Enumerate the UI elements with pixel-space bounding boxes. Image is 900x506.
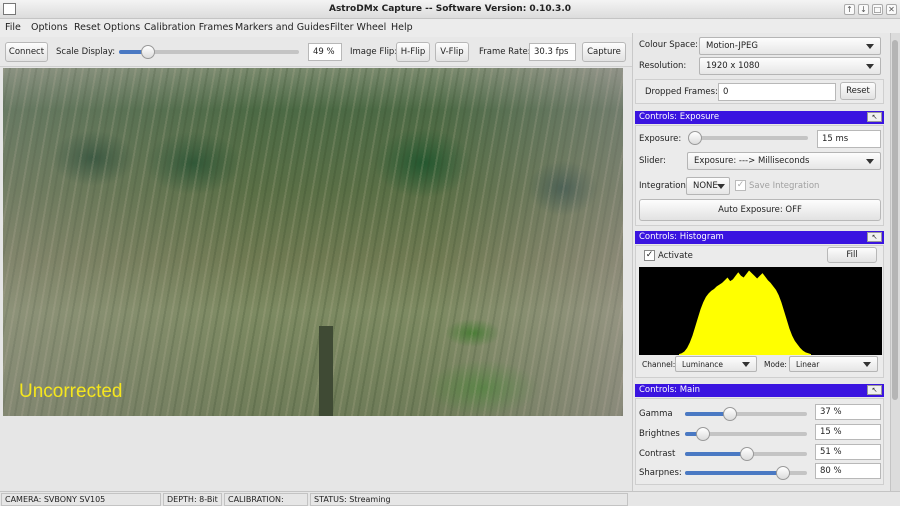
reset-dropped-frames-button[interactable]: Reset [840, 82, 876, 100]
scale-display-slider[interactable] [119, 45, 299, 59]
chevron-down-icon [863, 362, 871, 367]
image-haze [3, 68, 623, 416]
resolution-select[interactable]: 1920 x 1080 [699, 57, 881, 75]
sharpnes-slider-handle[interactable] [775, 466, 790, 480]
colour-space-select[interactable]: Motion-JPEG [699, 37, 881, 55]
integration-select[interactable]: NONE [686, 177, 730, 195]
title-bar: AstroDMx Capture -- Software Version: 0.… [0, 0, 900, 19]
histogram-plot [639, 267, 882, 355]
chevron-down-icon [866, 159, 874, 164]
sharpnes-slider-fill [685, 471, 783, 475]
menu-file[interactable]: File [5, 22, 21, 33]
integration-value: NONE [693, 181, 718, 191]
auto-exposure-button[interactable]: Auto Exposure: OFF [639, 199, 881, 221]
resolution-value: 1920 x 1080 [706, 61, 760, 71]
exposure-section-title: Controls: Exposure [639, 112, 720, 122]
sidebar-scroll-thumb[interactable] [892, 40, 898, 400]
vflip-button[interactable]: V-Flip [435, 42, 469, 62]
hflip-button[interactable]: H-Flip [396, 42, 430, 62]
slider-mode-value: Exposure: ---> Milliseconds [694, 156, 810, 166]
save-integration-checkbox[interactable]: ✓ [735, 180, 746, 191]
histogram-section-title: Controls: Histogram [639, 232, 724, 242]
brightnes-slider[interactable] [685, 427, 807, 441]
contrast-slider-fill [685, 452, 748, 456]
undock-icon[interactable]: ↖ [867, 112, 882, 122]
mode-value: Linear [796, 359, 820, 369]
dropped-frames-label: Dropped Frames: [645, 87, 718, 97]
sharpnes-value[interactable]: 80 % [815, 463, 881, 479]
slider-label: Slider: [639, 156, 666, 166]
exposure-value[interactable]: 15 ms [817, 130, 881, 148]
contrast-value[interactable]: 51 % [815, 444, 881, 460]
sharpnes-slider[interactable] [685, 466, 807, 480]
channel-label: Channel: [642, 360, 676, 369]
menu-filter-wheel[interactable]: Filter Wheel [330, 22, 386, 33]
maximize-icon[interactable]: □ [872, 4, 883, 15]
menu-options[interactable]: Options [31, 22, 68, 33]
contrast-slider[interactable] [685, 447, 807, 461]
gamma-value[interactable]: 37 % [815, 404, 881, 420]
menu-help[interactable]: Help [391, 22, 413, 33]
menu-reset-options[interactable]: Reset Options [74, 22, 140, 33]
minimize-icon[interactable]: ↓ [858, 4, 869, 15]
close-icon[interactable]: ✕ [886, 4, 897, 15]
fence-post [319, 326, 333, 416]
exposure-slider[interactable] [688, 131, 808, 145]
histogram-section-header[interactable]: Controls: Histogram ↖ [635, 231, 884, 244]
connect-button[interactable]: Connect [5, 42, 48, 62]
window-title: AstroDMx Capture -- Software Version: 0.… [328, 4, 571, 14]
channel-value: Luminance [682, 359, 724, 369]
chevron-down-icon [866, 64, 874, 69]
resolution-label: Resolution: [639, 61, 687, 71]
activate-histogram-checkbox[interactable]: ✓ [644, 250, 655, 261]
undock-icon[interactable]: ↖ [867, 385, 882, 395]
main-controls-section-header[interactable]: Controls: Main ↖ [635, 384, 884, 397]
toolbar: Connect Scale Display: 49 % Image Flip: … [0, 37, 632, 67]
integration-label: Integration: [639, 181, 689, 191]
mode-label: Mode: [764, 360, 787, 369]
image-overlay-label: Uncorrected [19, 381, 123, 402]
histogram-fill-button[interactable]: Fill [827, 247, 877, 263]
scale-display-value[interactable]: 49 % [308, 43, 342, 61]
channel-select[interactable]: Luminance [675, 356, 757, 372]
exposure-handle[interactable] [688, 131, 702, 145]
exposure-label: Exposure: [639, 134, 682, 144]
activate-label: Activate [658, 251, 693, 261]
brightnes-label: Brightnes [639, 429, 680, 439]
histogram-luminance-area [679, 270, 811, 355]
chevron-down-icon [717, 184, 725, 189]
chevron-down-icon [742, 362, 750, 367]
main-controls-section-title: Controls: Main [639, 385, 701, 395]
camera-status: CAMERA: SVBONY SV105 [1, 493, 161, 506]
window-up-icon[interactable]: ↑ [844, 4, 855, 15]
streaming-status: STATUS: Streaming [310, 493, 628, 506]
slider-mode-select[interactable]: Exposure: ---> Milliseconds [687, 152, 881, 170]
undock-icon[interactable]: ↖ [867, 232, 882, 242]
contrast-label: Contrast [639, 449, 676, 459]
colour-space-value: Motion-JPEG [706, 41, 758, 51]
mode-select[interactable]: Linear [789, 356, 878, 372]
chevron-down-icon [866, 44, 874, 49]
capture-button[interactable]: Capture [582, 42, 626, 62]
save-integration-label: Save Integration [749, 181, 820, 191]
status-bar: CAMERA: SVBONY SV105 DEPTH: 8-Bit CALIBR… [0, 491, 900, 506]
scale-display-handle[interactable] [140, 45, 155, 59]
live-image: Uncorrected [3, 68, 623, 416]
menu-markers-and-guides[interactable]: Markers and Guides [235, 22, 330, 33]
frame-rate-value: 30.3 fps [529, 43, 576, 61]
depth-status: DEPTH: 8-Bit [163, 493, 222, 506]
exposure-section-header[interactable]: Controls: Exposure ↖ [635, 111, 884, 124]
calibration-status: CALIBRATION: NONE [224, 493, 308, 506]
brightnes-value[interactable]: 15 % [815, 424, 881, 440]
menu-calibration-frames[interactable]: Calibration Frames [144, 22, 233, 33]
gamma-slider[interactable] [685, 407, 807, 421]
gamma-label: Gamma [639, 409, 673, 419]
dropped-frames-field: 0 [718, 83, 836, 101]
image-flip-label: Image Flip: [350, 47, 398, 57]
sharpnes-label: Sharpnes: [639, 468, 682, 478]
frame-rate-label: Frame Rate: [479, 47, 531, 57]
colour-space-label: Colour Space: [639, 40, 699, 50]
scale-display-label: Scale Display: [56, 47, 116, 57]
